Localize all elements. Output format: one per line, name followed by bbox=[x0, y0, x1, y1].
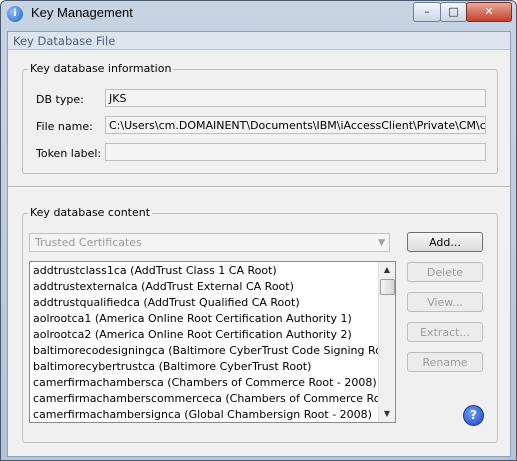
db-type-field: JKS bbox=[105, 89, 486, 107]
chevron-down-icon: ▼ bbox=[378, 238, 385, 248]
list-item[interactable]: baltimorecybertrustca (Baltimore CyberTr… bbox=[33, 359, 381, 375]
db-type-label: DB type: bbox=[36, 93, 84, 106]
file-name-field: C:\Users\cm.DOMAINENT\Documents\IBM\iAcc… bbox=[105, 116, 486, 134]
scroll-down-icon[interactable]: ▼ bbox=[380, 407, 394, 421]
list-item[interactable]: camerfirmachambersca (Chambers of Commer… bbox=[33, 375, 381, 391]
list-item[interactable]: baltimorecodesigningca (Baltimore CyberT… bbox=[33, 343, 381, 359]
list-item[interactable]: addtrustexternalca (AddTrust External CA… bbox=[33, 279, 381, 295]
certificate-list-items: addtrustclass1ca (AddTrust Class 1 CA Ro… bbox=[33, 263, 381, 422]
list-item[interactable]: aolrootca1 (America Online Root Certific… bbox=[33, 311, 381, 327]
list-item[interactable]: aolrootca2 (America Online Root Certific… bbox=[33, 327, 381, 343]
list-item[interactable]: addtrustclass1ca (AddTrust Class 1 CA Ro… bbox=[33, 263, 381, 279]
add-button[interactable]: Add... bbox=[407, 232, 483, 252]
certificate-type-select[interactable]: Trusted Certificates ▼ bbox=[29, 233, 390, 252]
token-label-label: Token label: bbox=[36, 147, 102, 160]
rename-button[interactable]: Rename bbox=[407, 352, 483, 372]
certificate-type-value: Trusted Certificates bbox=[35, 236, 142, 249]
file-name-label: File name: bbox=[36, 120, 93, 133]
list-item[interactable]: camerfirmachambersignca (Global Chambers… bbox=[33, 407, 381, 422]
header-strip: Key Database File bbox=[8, 32, 510, 50]
view-button[interactable]: View... bbox=[407, 292, 483, 312]
dialog-content: Key Database File Key database informati… bbox=[7, 31, 511, 457]
window-title: Key Management bbox=[31, 5, 133, 20]
title-bar[interactable]: i Key Management – □ ✕ bbox=[1, 1, 516, 27]
key-management-window: i Key Management – □ ✕ Key Database File… bbox=[0, 0, 517, 461]
app-icon: i bbox=[7, 6, 23, 22]
extract-button[interactable]: Extract... bbox=[407, 322, 483, 342]
minimize-button[interactable]: – bbox=[413, 2, 441, 22]
token-label-field bbox=[105, 143, 486, 161]
scroll-up-icon[interactable]: ▲ bbox=[380, 263, 394, 277]
scrollbar-thumb[interactable] bbox=[380, 279, 395, 295]
close-button[interactable]: ✕ bbox=[466, 2, 512, 22]
list-item[interactable]: addtrustqualifiedca (AddTrust Qualified … bbox=[33, 295, 381, 311]
key-database-information-group: Key database information DB type: JKS Fi… bbox=[22, 62, 498, 174]
maximize-button[interactable]: □ bbox=[440, 2, 467, 22]
section-divider bbox=[8, 186, 510, 187]
help-icon[interactable]: ? bbox=[463, 405, 484, 426]
group-title-content: Key database content bbox=[28, 206, 153, 219]
page-title: Key Database File bbox=[13, 34, 116, 48]
delete-button[interactable]: Delete bbox=[407, 262, 483, 282]
group-title-information: Key database information bbox=[28, 62, 174, 75]
list-item[interactable]: camerfirmachamberscommerceca (Chambers o… bbox=[33, 391, 381, 407]
certificate-list[interactable]: addtrustclass1ca (AddTrust Class 1 CA Ro… bbox=[29, 261, 396, 423]
list-scrollbar[interactable]: ▲ ▼ bbox=[378, 262, 395, 422]
